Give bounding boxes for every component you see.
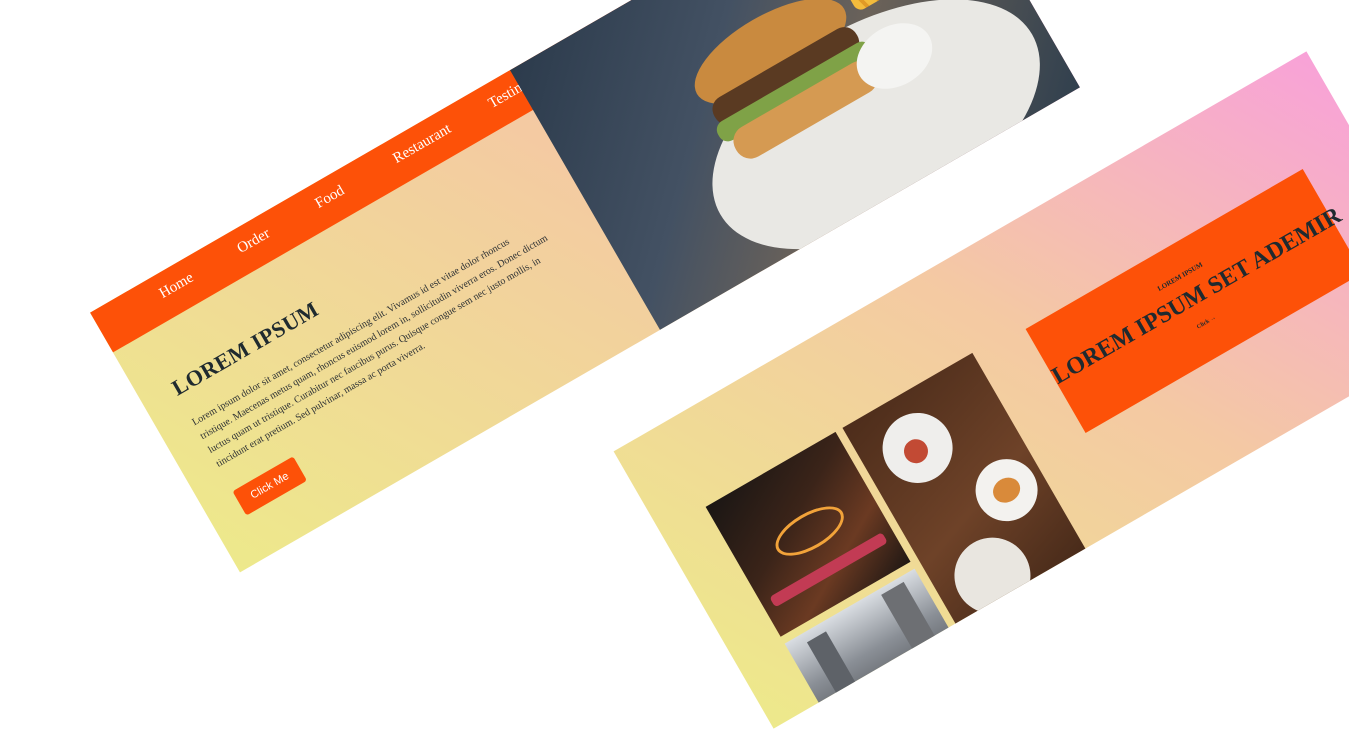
dish-plate-3 [940, 523, 1045, 628]
nav-item-restaurant[interactable]: Restaurant [390, 121, 454, 168]
promo-banner: LOREM IPSUM LOREM IPSUM SET ADEMIR Click… [1025, 169, 1349, 433]
nav-item-home[interactable]: Home [157, 270, 197, 303]
nav-item-order[interactable]: Order [235, 225, 274, 257]
click-me-button[interactable]: Click Me [232, 456, 308, 516]
nav-item-food[interactable]: Food [312, 183, 347, 213]
building-left [806, 631, 871, 721]
promo-title: LOREM IPSUM SET ADEMIR [1047, 202, 1347, 390]
neon-sign-shape [767, 496, 852, 566]
